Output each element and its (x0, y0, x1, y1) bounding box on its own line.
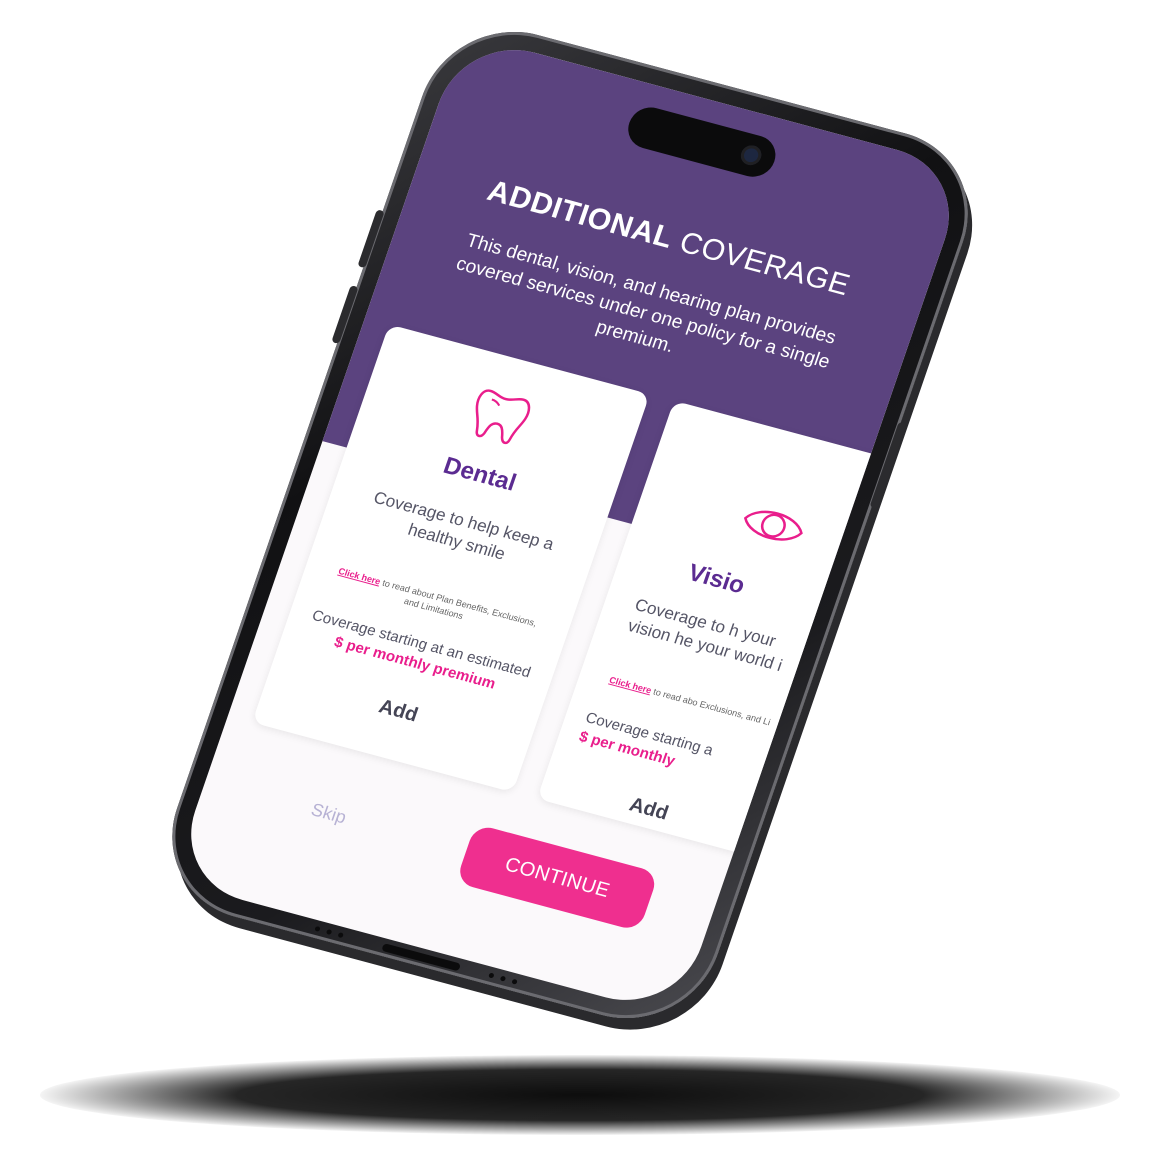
speaker-grill (325, 929, 333, 936)
phone-frame: ADDITIONAL COVERAGE This dental, vision,… (147, 11, 993, 1039)
dynamic-island (622, 102, 782, 182)
continue-button[interactable]: CONTINUE (455, 823, 660, 932)
plan-info-rest: to read abo Exclusions, and Li (652, 686, 772, 728)
eye-icon (743, 510, 803, 541)
skip-button[interactable]: Skip (308, 799, 349, 828)
speaker-grill (488, 972, 495, 979)
camera-icon (738, 143, 765, 168)
speaker-grill (314, 925, 321, 932)
volume-button (331, 285, 359, 345)
add-button[interactable]: Add (626, 794, 807, 862)
device-stage: ADDITIONAL COVERAGE This dental, vision,… (0, 0, 1152, 1152)
click-here-link[interactable]: Click here (337, 566, 382, 587)
click-here-link[interactable]: Click here (608, 675, 653, 696)
speaker-grill (337, 932, 344, 939)
speaker-grill (499, 975, 507, 982)
speaker-grill (511, 978, 518, 985)
volume-button (357, 209, 385, 269)
plan-info-rest: to read about Plan Benefits, Exclusions,… (381, 577, 539, 629)
tooth-icon (475, 389, 531, 445)
app-screen: ADDITIONAL COVERAGE This dental, vision,… (171, 33, 969, 1017)
